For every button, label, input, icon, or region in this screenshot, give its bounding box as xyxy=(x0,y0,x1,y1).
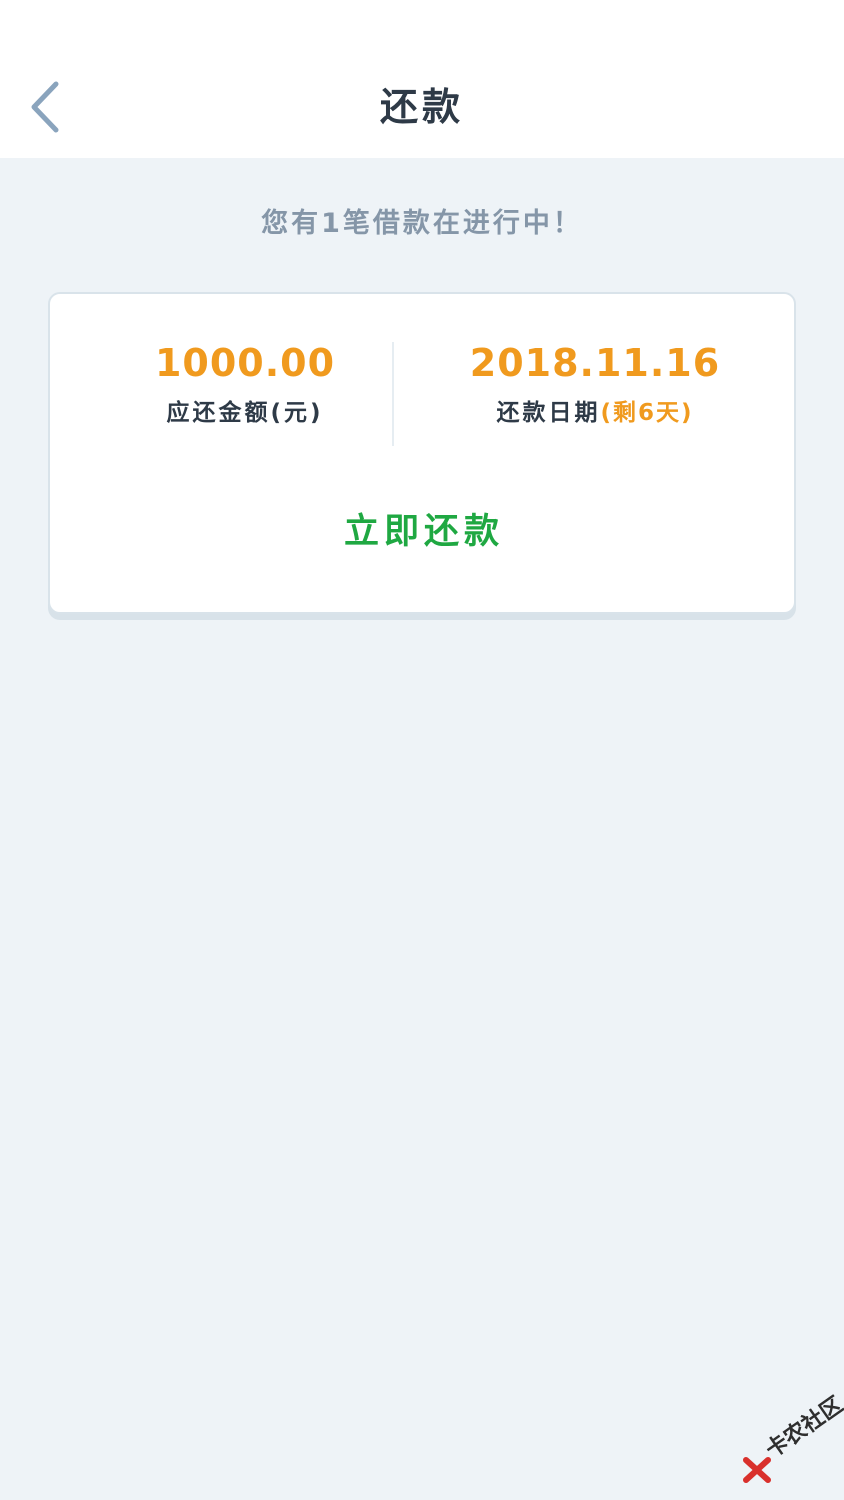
top-bar: 还款 xyxy=(0,0,844,158)
due-date-value: 2018.11.16 xyxy=(469,341,721,385)
page-title: 还款 xyxy=(379,85,464,129)
amount-due-block: 1000.00 应还金额(元) xyxy=(75,340,415,428)
loan-notice: 您有1笔借款在进行中！ xyxy=(261,208,583,239)
due-date-label: 还款日期 xyxy=(496,400,601,426)
watermark: 卡农社区 xyxy=(740,1392,844,1490)
watermark-logo-icon xyxy=(743,1457,771,1483)
repayment-card: 1000.00 应还金额(元) 2018.11.16 还款日期(剩6天) 立即还… xyxy=(48,292,796,614)
amount-due-label: 应还金额(元) xyxy=(166,400,324,426)
days-remaining: (剩6天) xyxy=(600,400,694,426)
watermark-text: 卡农社区 xyxy=(761,1392,844,1464)
stat-divider xyxy=(392,342,394,446)
due-date-block: 2018.11.16 还款日期(剩6天) xyxy=(405,340,785,428)
repay-now-button[interactable]: 立即还款 xyxy=(274,506,574,558)
amount-due-value: 1000.00 xyxy=(154,341,336,385)
due-date-label-row: 还款日期(剩6天) xyxy=(405,398,785,428)
